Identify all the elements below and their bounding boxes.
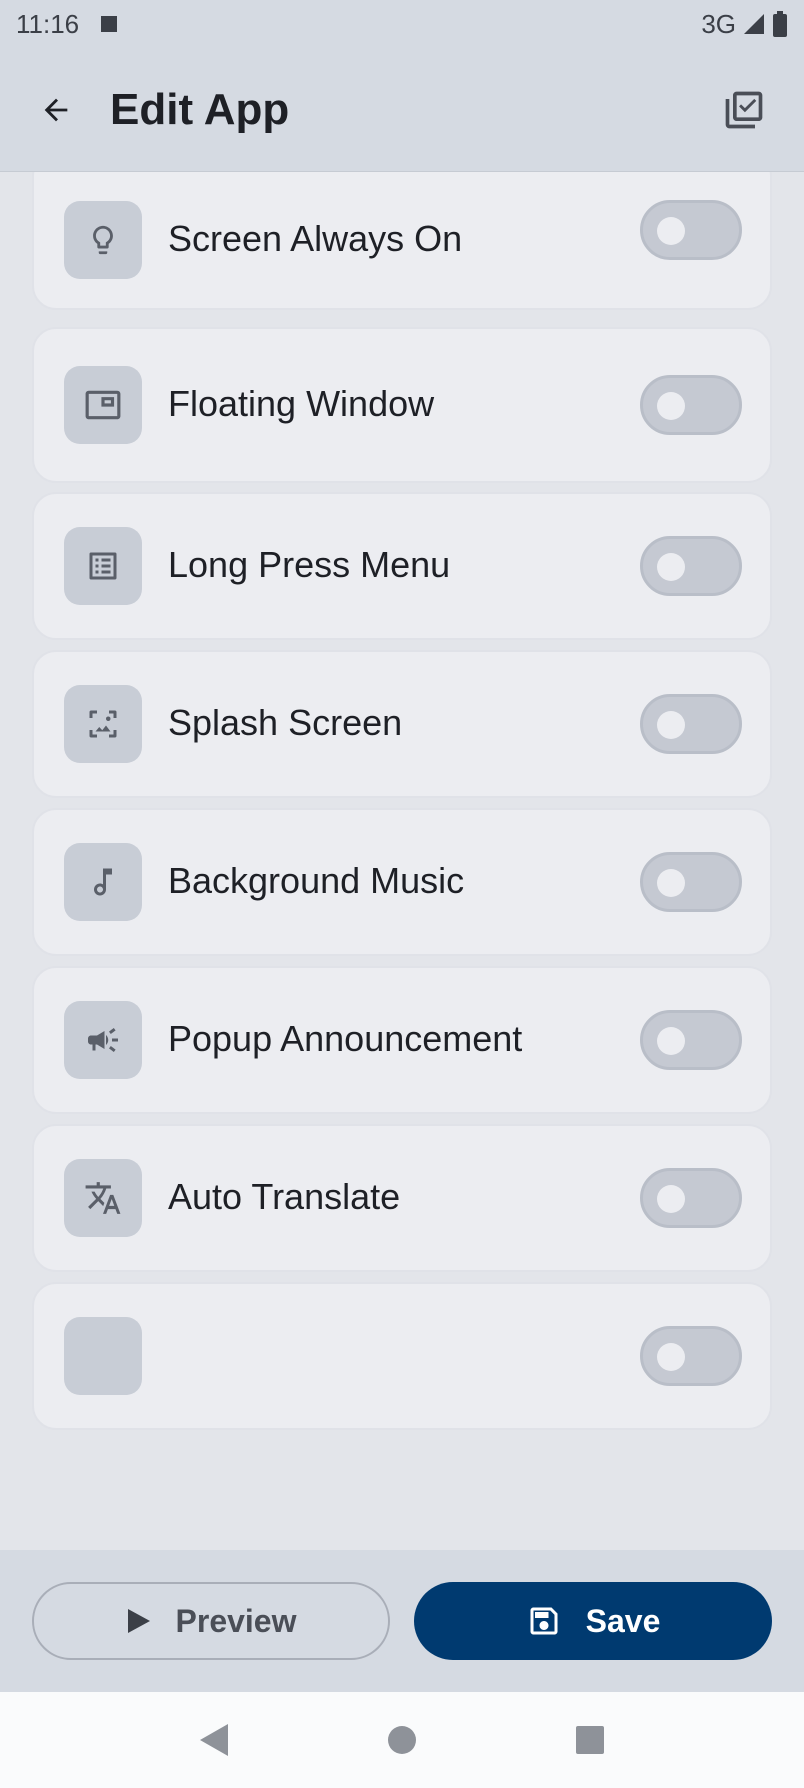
list-menu-icon: [64, 527, 142, 605]
status-bar: 11:16 3G: [0, 0, 804, 48]
preview-label: Preview: [175, 1602, 297, 1639]
setting-label: Background Music: [168, 860, 465, 901]
preview-button[interactable]: Preview: [32, 1582, 390, 1660]
screen-always-on-switch[interactable]: [640, 200, 742, 260]
lightbulb-icon: [64, 201, 142, 279]
status-time: 11:16: [16, 8, 80, 39]
auto-translate-switch[interactable]: [640, 1168, 742, 1228]
switch-knob: [657, 1343, 685, 1371]
select-all-button[interactable]: [712, 78, 776, 142]
nav-home-icon[interactable]: [388, 1726, 416, 1754]
setting-label: Long Press Menu: [168, 544, 451, 585]
play-icon: [127, 1609, 150, 1633]
save-label: Save: [585, 1602, 661, 1639]
switch-knob: [657, 1027, 685, 1055]
megaphone-icon: [64, 1001, 142, 1079]
popup-announcement-switch[interactable]: [640, 1010, 742, 1070]
system-navigation-bar: [0, 1692, 804, 1788]
setting-label: Floating Window: [168, 383, 435, 424]
notification-icon: [101, 16, 118, 32]
save-icon: [530, 1607, 558, 1635]
background-music-switch[interactable]: [640, 852, 742, 912]
setting-row-floating-window[interactable]: Floating Window: [32, 327, 772, 483]
arrow-back-icon: [44, 98, 68, 121]
long-press-menu-switch[interactable]: [640, 536, 742, 596]
setting-row-long-press-menu[interactable]: Long Press Menu: [32, 492, 772, 640]
back-button[interactable]: [26, 80, 86, 140]
setting-label: Splash Screen: [168, 702, 403, 743]
setting-label: Auto Translate: [168, 1176, 401, 1217]
translate-icon: [64, 1159, 142, 1237]
setting-row-popup-announcement[interactable]: Popup Announcement: [32, 966, 772, 1114]
switch-knob: [657, 217, 685, 245]
top-app-bar: Edit App: [0, 48, 804, 172]
switch-knob: [657, 711, 685, 739]
switch-knob: [657, 869, 685, 897]
setting-row-screen-always-on[interactable]: Screen Always On: [32, 172, 772, 310]
setting-row-splash-screen[interactable]: Splash Screen: [32, 650, 772, 798]
image-icon: [64, 685, 142, 763]
setting-row-auto-translate[interactable]: Auto Translate: [32, 1124, 772, 1272]
signal-icon: [744, 14, 764, 34]
page-title: Edit App: [110, 84, 290, 134]
setting-label: Screen Always On: [168, 218, 463, 259]
library-checkbox-icon: [725, 91, 763, 129]
nav-recents-icon[interactable]: [576, 1726, 604, 1754]
setting-switch[interactable]: [640, 1326, 742, 1386]
setting-row-partial[interactable]: [32, 1282, 772, 1430]
settings-list[interactable]: Screen Always On Floating Window Long Pr…: [0, 172, 804, 1520]
network-type: 3G: [701, 8, 736, 39]
nav-back-icon[interactable]: [200, 1724, 228, 1756]
setting-row-background-music[interactable]: Background Music: [32, 808, 772, 956]
setting-label: Popup Announcement: [168, 1018, 523, 1059]
music-note-icon: [64, 843, 142, 921]
floating-window-switch[interactable]: [640, 375, 742, 435]
battery-icon: [773, 11, 787, 37]
save-button[interactable]: Save: [414, 1582, 772, 1660]
switch-knob: [657, 553, 685, 581]
switch-knob: [657, 392, 685, 420]
floating-window-icon: [64, 366, 142, 444]
splash-screen-switch[interactable]: [640, 694, 742, 754]
setting-icon: [64, 1317, 142, 1395]
switch-knob: [657, 1185, 685, 1213]
bottom-action-bar: Preview Save: [0, 1550, 804, 1692]
